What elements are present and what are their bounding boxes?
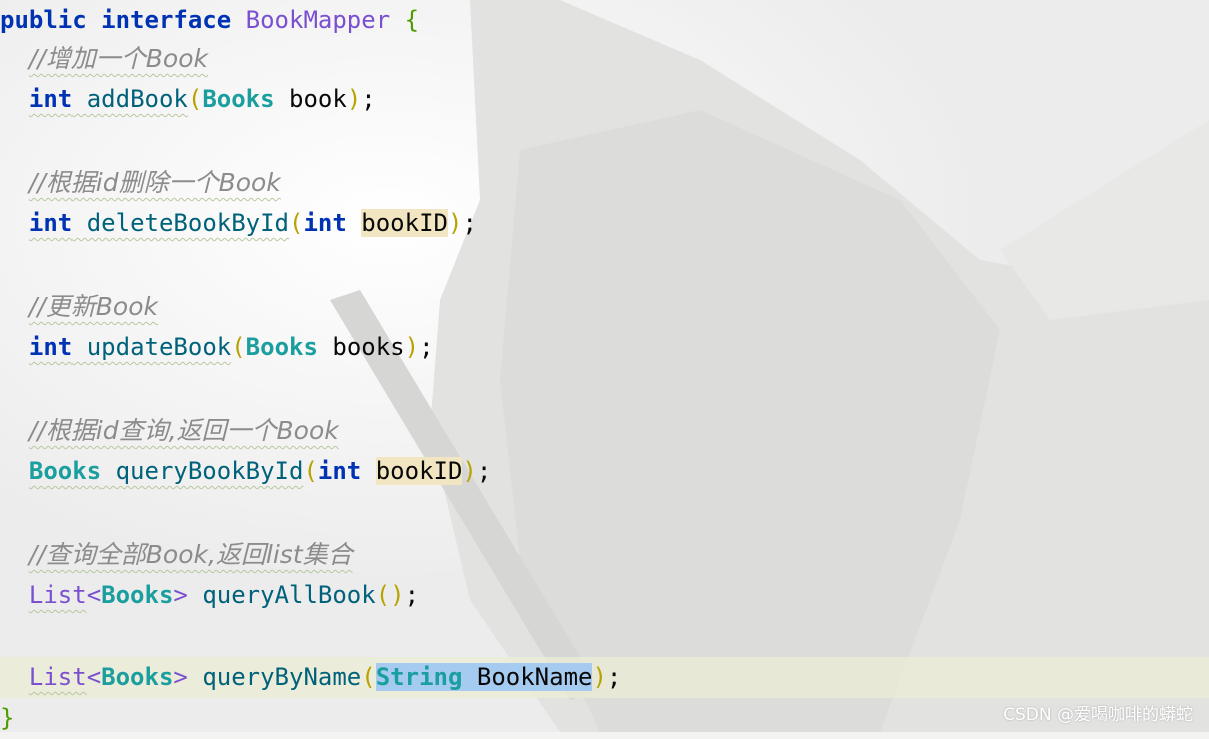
keyword-interface: interface [101, 6, 232, 34]
comment: //增加一个Book [28, 44, 208, 73]
code-line-interface-declaration[interactable]: public interface BookMapper { [0, 0, 1209, 41]
code-line-comment-queryall[interactable]: //查询全部Book,返回list集合 [0, 534, 1209, 575]
method-name: addBook [86, 85, 188, 113]
generic-type: Books [101, 581, 174, 609]
interface-name: BookMapper [245, 6, 391, 34]
param-name: BookName [476, 663, 593, 691]
code-editor[interactable]: public interface BookMapper { //增加一个Book… [0, 0, 1209, 732]
code-line-comment-update[interactable]: //更新Book [0, 286, 1209, 327]
param-name-usage-highlight: bookID [375, 457, 463, 485]
code-line-deletebookbyid[interactable]: int deleteBookById(int bookID); [0, 203, 1209, 244]
close-brace: } [0, 704, 15, 732]
return-type-list: List [28, 581, 87, 609]
return-type: int [28, 85, 73, 113]
comment: //更新Book [28, 292, 158, 321]
code-line-updatebook[interactable]: int updateBook(Books books); [0, 327, 1209, 368]
return-type-list: List [28, 663, 87, 691]
comment: //根据id查询,返回一个Book [28, 416, 339, 445]
method-name: queryAllBook [202, 581, 376, 609]
param-name: books [332, 333, 405, 361]
code-line-comment-add[interactable]: //增加一个Book [0, 38, 1209, 79]
watermark: CSDN @爱喝咖啡的蟒蛇 [1003, 705, 1193, 725]
code-line-addbook[interactable]: int addBook(Books book); [0, 79, 1209, 120]
return-type: Books [28, 457, 102, 485]
param-name-usage-highlight: bookID [361, 209, 448, 237]
code-line-comment-query[interactable]: //根据id查询,返回一个Book [0, 410, 1209, 451]
param-type: Books [202, 85, 275, 113]
param-type: int [303, 209, 347, 237]
code-line-querybookbyid[interactable]: Books queryBookById(int bookID); [0, 451, 1209, 492]
param-type: Books [245, 333, 318, 361]
method-name: queryBookById [115, 457, 304, 485]
code-line-querybyname-current[interactable]: List<Books> queryByName(String BookName)… [0, 657, 1209, 698]
param-name: book [289, 85, 347, 113]
keyword-public: public [0, 6, 87, 34]
generic-type: Books [101, 663, 174, 691]
comment: //根据id删除一个Book [28, 168, 281, 197]
param-type: int [317, 457, 362, 485]
return-type: int [28, 333, 73, 361]
text-selection[interactable]: String BookName [375, 663, 593, 691]
method-name: queryByName [202, 663, 362, 691]
method-name: deleteBookById [86, 209, 290, 237]
open-brace: { [404, 6, 420, 34]
comment: //查询全部Book,返回list集合 [28, 540, 353, 569]
method-name: updateBook [86, 333, 232, 361]
code-line-comment-delete[interactable]: //根据id删除一个Book [0, 162, 1209, 203]
code-line-queryallbook[interactable]: List<Books> queryAllBook(); [0, 575, 1209, 616]
param-type: String [375, 663, 463, 691]
return-type: int [28, 209, 73, 237]
